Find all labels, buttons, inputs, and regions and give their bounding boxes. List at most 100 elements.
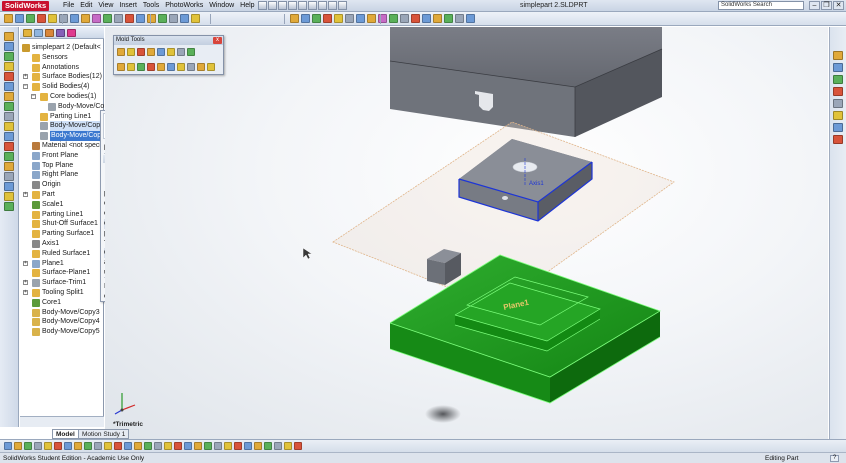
toolbar-tool-icon[interactable] [455,14,464,23]
menu-file[interactable]: File [60,1,77,11]
view-tool-icon[interactable] [24,442,32,450]
print-icon[interactable] [288,1,297,10]
view-tool-icon[interactable] [44,442,52,450]
toolbar-tool-icon[interactable] [389,14,398,23]
toolbar-tool-icon[interactable] [4,14,13,23]
command-strip-icon[interactable] [4,52,14,61]
expand-toggle-icon[interactable]: + [23,74,28,80]
task-pane-icon[interactable] [833,111,843,120]
search-input[interactable]: SolidWorks Search [718,1,804,10]
menu-view[interactable]: View [95,1,116,11]
expand-toggle-icon[interactable]: + [23,191,28,197]
toolbar-tool-icon[interactable] [136,14,145,23]
view-tool-icon[interactable] [214,442,222,450]
toolbar-tool-icon[interactable] [444,14,453,23]
task-pane-icon[interactable] [833,87,843,96]
close-button[interactable]: ✕ [833,1,844,10]
view-tool-icon[interactable] [74,442,82,450]
task-pane-icon[interactable] [833,135,843,144]
tree-item-sensors[interactable]: Sensors [20,53,104,63]
property-manager-tab-icon[interactable] [34,29,43,37]
tab-model[interactable]: Model [52,429,79,439]
view-tool-icon[interactable] [164,442,172,450]
toolbar-tool-icon[interactable] [367,14,376,23]
toolbar-tool-icon[interactable] [59,14,68,23]
mold-tool-icon[interactable] [167,48,175,56]
mold-tool-icon[interactable] [197,63,205,71]
view-tool-icon[interactable] [224,442,232,450]
toolbar-tool-icon[interactable] [312,14,321,23]
command-strip-icon[interactable] [4,122,14,131]
tree-item-body-move-copy[interactable]: Body-Move/Copy [20,121,104,132]
tree-item-body-move-copy5[interactable]: Body-Move/Copy5 [20,327,104,337]
mold-tool-icon[interactable] [127,63,135,71]
command-strip-icon[interactable] [4,42,14,51]
task-pane-icon[interactable] [833,51,843,60]
view-tool-icon[interactable] [174,442,182,450]
toolbar-tool-icon[interactable] [345,14,354,23]
undo-icon[interactable] [298,1,307,10]
help-button[interactable]: ? [830,455,839,462]
minimize-button[interactable]: – [809,1,820,10]
menu-window[interactable]: Window [206,1,237,11]
options-icon[interactable] [338,1,347,10]
toolbar-tool-icon[interactable] [15,14,24,23]
toolbar-tool-icon[interactable] [70,14,79,23]
toolbar-tool-icon[interactable] [411,14,420,23]
configuration-manager-tab-icon[interactable] [45,29,54,37]
toolbar-tool-icon[interactable] [400,14,409,23]
mold-tool-icon[interactable] [167,63,175,71]
new-icon[interactable] [258,1,267,10]
tree-item-body-move-co[interactable]: Body-Move/Co [20,102,104,112]
view-tool-icon[interactable] [234,442,242,450]
tree-item-plane1[interactable]: + Plane1 [20,259,104,269]
command-strip-icon[interactable] [4,132,14,141]
command-strip-icon[interactable] [4,62,14,71]
view-tool-icon[interactable] [194,442,202,450]
mold-tool-icon[interactable] [157,48,165,56]
command-strip-icon[interactable] [4,182,14,191]
tree-item-body-move-copy4[interactable]: Body-Move/Copy4 [20,317,104,327]
view-tool-icon[interactable] [294,442,302,450]
feature-manager-tab-icon[interactable] [23,29,32,37]
view-tool-icon[interactable] [204,442,212,450]
task-pane-icon[interactable] [833,123,843,132]
view-tool-icon[interactable] [4,442,12,450]
toolbar-tool-icon[interactable] [290,14,299,23]
expand-toggle-icon[interactable]: − [23,84,28,90]
expand-toggle-icon[interactable]: + [23,260,28,266]
view-tool-icon[interactable] [14,442,22,450]
toolbar-tool-icon[interactable] [180,14,189,23]
view-tool-icon[interactable] [64,442,72,450]
expand-toggle-icon[interactable]: + [23,280,28,286]
tree-item-material-not-specifi[interactable]: Material <not specifi [20,141,104,151]
mold-tool-icon[interactable] [137,63,145,71]
tree-item-core1[interactable]: Core1 [20,298,104,308]
menu-tools[interactable]: Tools [140,1,162,11]
toolbar-tool-icon[interactable] [301,14,310,23]
tree-item-parting-line1[interactable]: Parting Line1 [20,210,104,220]
toolbar-tool-icon[interactable] [92,14,101,23]
tree-item-simplepart-2-default[interactable]: simplepart 2 (Default< [20,43,104,53]
command-strip-icon[interactable] [4,172,14,181]
tree-item-axis1[interactable]: Axis1 [20,239,104,249]
task-pane-icon[interactable] [833,63,843,72]
feature-manager-scrollbar[interactable] [20,416,104,427]
mold-tool-icon[interactable] [177,63,185,71]
mold-tool-icon[interactable] [117,63,125,71]
display-manager-tab-icon[interactable] [67,29,76,37]
tree-item-surface-bodies-12[interactable]: + Surface Bodies(12) [20,72,104,82]
view-tool-icon[interactable] [54,442,62,450]
view-tool-icon[interactable] [134,442,142,450]
select-icon[interactable] [308,1,317,10]
menu-insert[interactable]: Insert [116,1,140,11]
tree-item-shut-off-surface1[interactable]: Shut-Off Surface1 [20,219,104,229]
mold-tool-icon[interactable] [147,48,155,56]
command-strip-icon[interactable] [4,162,14,171]
task-pane-icon[interactable] [833,99,843,108]
tree-item-body-move-copy[interactable]: Body-Move/Copy [20,131,104,141]
dimxpert-tab-icon[interactable] [56,29,65,37]
graphics-viewport[interactable]: Axis1 Plane1 *Trimetric [105,27,828,439]
command-strip-icon[interactable] [4,192,14,201]
tree-item-origin[interactable]: Origin [20,180,104,190]
